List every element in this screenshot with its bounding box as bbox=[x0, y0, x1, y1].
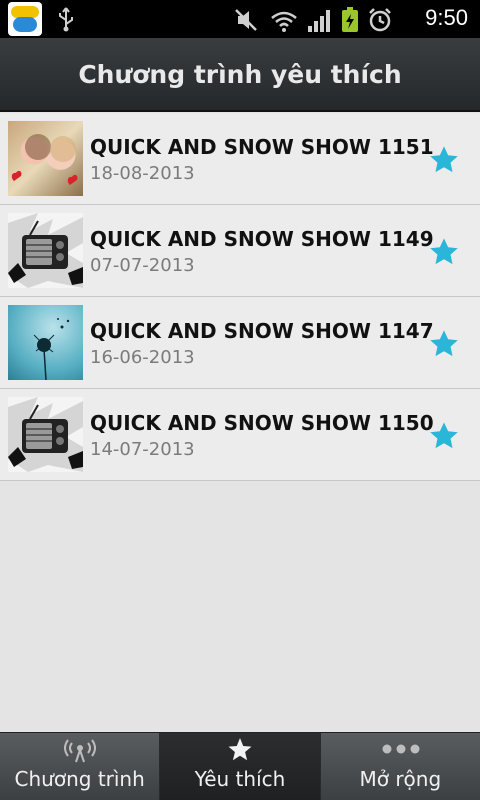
clock: 9:50 bbox=[425, 5, 468, 30]
item-title: QUICK AND SNOW SHOW 1150 bbox=[90, 411, 434, 435]
item-date: 16-06-2013 bbox=[90, 347, 195, 368]
tab-programs[interactable]: Chương trình bbox=[0, 733, 161, 800]
thumbnail-image bbox=[8, 397, 83, 472]
list-item[interactable]: QUICK AND SNOW SHOW 1147 16-06-2013 bbox=[0, 297, 480, 389]
favorites-list: QUICK AND SNOW SHOW 1151 18-08-2013 QUIC… bbox=[0, 113, 480, 481]
list-item[interactable]: QUICK AND SNOW SHOW 1151 18-08-2013 bbox=[0, 113, 480, 205]
signal-icon bbox=[308, 10, 330, 32]
tab-label: Chương trình bbox=[14, 767, 145, 791]
item-title: QUICK AND SNOW SHOW 1149 bbox=[90, 227, 434, 251]
usb-icon bbox=[59, 7, 73, 32]
list-item[interactable]: QUICK AND SNOW SHOW 1150 14-07-2013 bbox=[0, 389, 480, 481]
tab-label: Yêu thích bbox=[194, 767, 286, 791]
tab-label: Mở rộng bbox=[359, 767, 442, 791]
thumbnail-image bbox=[8, 213, 83, 288]
status-bar: 9:50 bbox=[0, 0, 480, 38]
mute-icon bbox=[235, 9, 257, 31]
item-title: QUICK AND SNOW SHOW 1147 bbox=[90, 319, 434, 343]
battery-charging-icon bbox=[342, 7, 358, 32]
thumbnail-image bbox=[8, 121, 83, 196]
list-item[interactable]: QUICK AND SNOW SHOW 1149 07-07-2013 bbox=[0, 205, 480, 297]
thumbnail-image bbox=[8, 305, 83, 380]
bottom-nav: Chương trình Yêu thích Mở rộng bbox=[0, 732, 480, 800]
tab-favorites[interactable]: Yêu thích bbox=[160, 733, 321, 800]
star-icon[interactable] bbox=[428, 236, 460, 268]
more-dots-icon bbox=[382, 744, 420, 754]
item-date: 07-07-2013 bbox=[90, 255, 195, 276]
title-bar: Chương trình yêu thích bbox=[0, 38, 480, 112]
wifi-icon bbox=[271, 11, 297, 32]
star-icon bbox=[228, 738, 252, 761]
status-icons bbox=[232, 6, 392, 38]
item-date: 18-08-2013 bbox=[90, 163, 195, 184]
page-title: Chương trình yêu thích bbox=[78, 60, 402, 89]
star-icon[interactable] bbox=[428, 328, 460, 360]
tab-more[interactable]: Mở rộng bbox=[320, 733, 480, 800]
star-icon[interactable] bbox=[428, 420, 460, 452]
alarm-icon bbox=[369, 8, 391, 32]
broadcast-icon bbox=[64, 739, 96, 763]
item-date: 14-07-2013 bbox=[90, 439, 195, 460]
star-icon[interactable] bbox=[428, 144, 460, 176]
item-title: QUICK AND SNOW SHOW 1151 bbox=[90, 135, 434, 159]
app-icon bbox=[8, 2, 42, 36]
